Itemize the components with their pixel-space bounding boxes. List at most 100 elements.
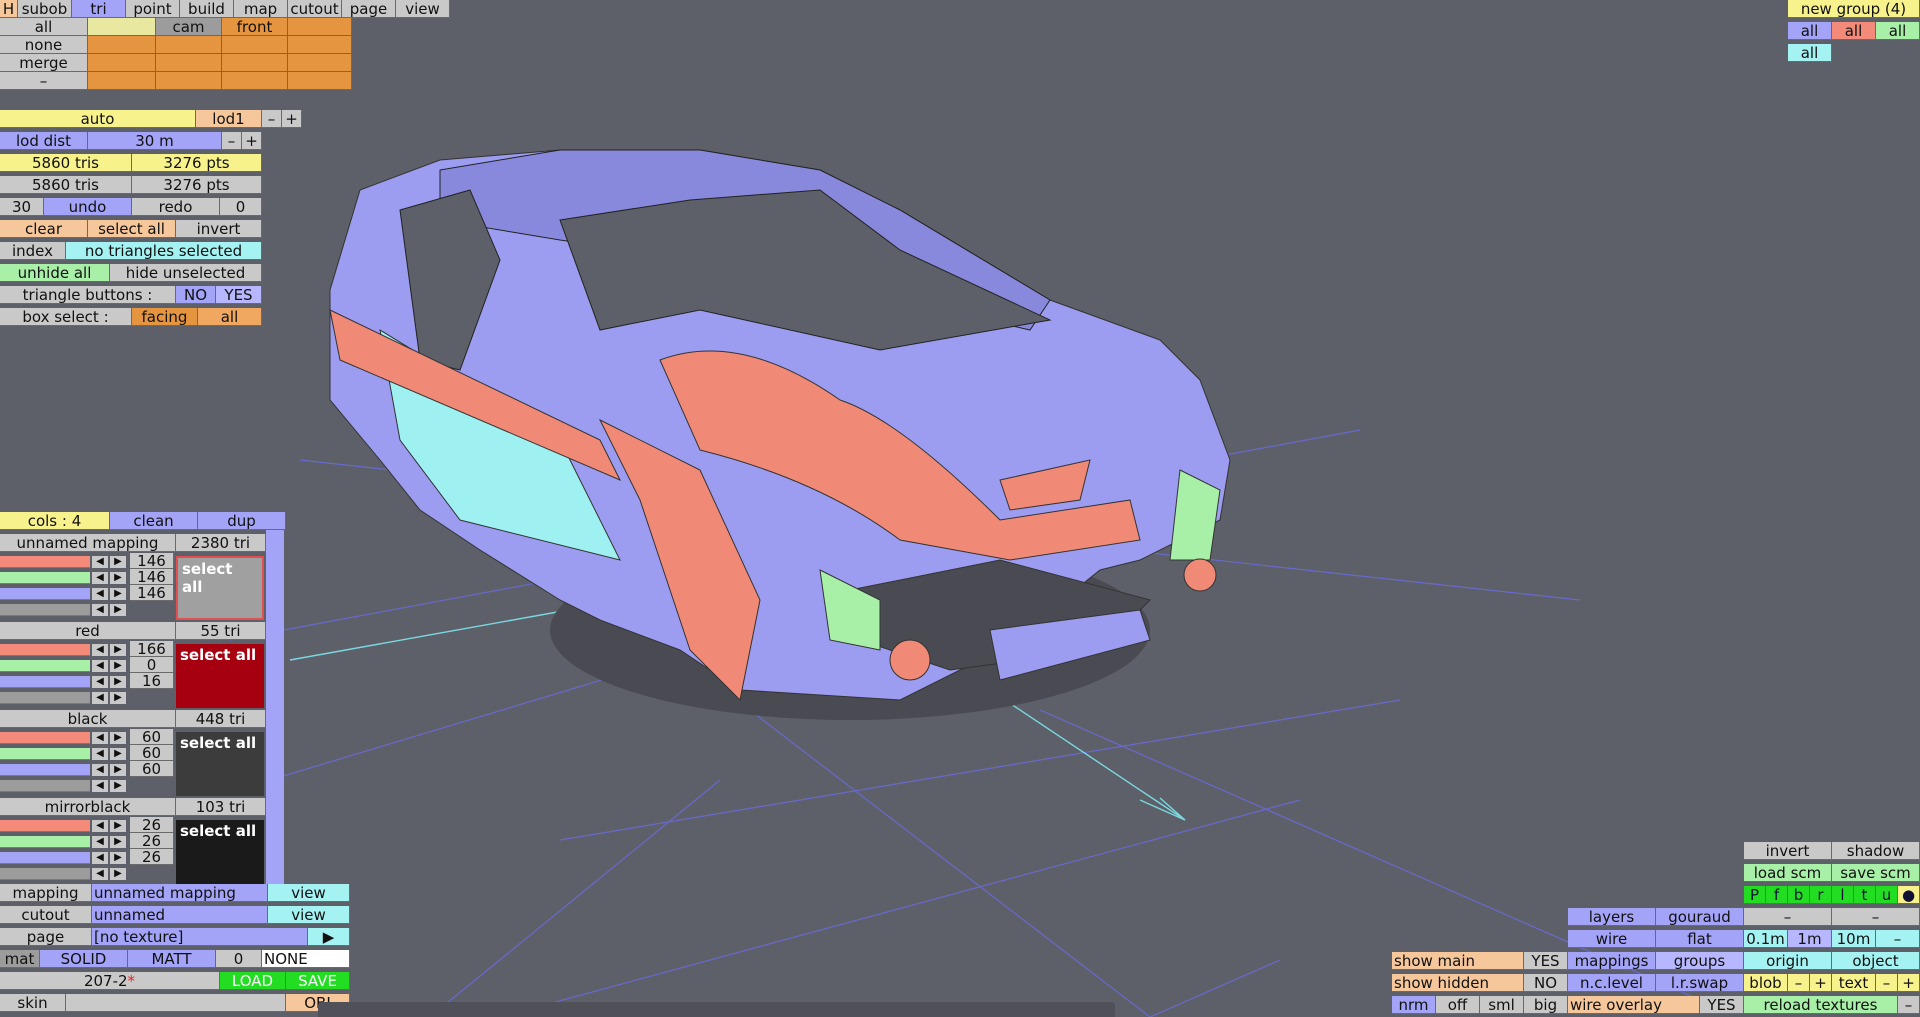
off-button[interactable]: off [1436, 996, 1480, 1014]
slider-left-arrow[interactable]: ◀ [92, 604, 108, 616]
slider-right-arrow[interactable]: ▶ [110, 572, 126, 584]
slider-left-arrow[interactable]: ◀ [92, 820, 108, 832]
slider-right-arrow[interactable]: ▶ [110, 836, 126, 848]
text-button[interactable]: text [1832, 974, 1876, 992]
color-slider[interactable] [0, 644, 90, 656]
grid-cell[interactable] [88, 54, 156, 72]
lod-plus-button[interactable]: + [282, 110, 302, 128]
select-all-button[interactable]: all [0, 18, 88, 36]
color-value[interactable]: 0 [130, 657, 174, 673]
slider-right-arrow[interactable]: ▶ [110, 780, 126, 792]
gouraud-button[interactable]: gouraud [1656, 908, 1744, 926]
nc-level-button[interactable]: n.c.level [1568, 974, 1656, 992]
matt-button[interactable]: MATT [128, 950, 216, 968]
dash-right[interactable]: – [1832, 908, 1920, 926]
slider-left-arrow[interactable]: ◀ [92, 676, 108, 688]
mat-none-field[interactable]: NONE [262, 950, 350, 968]
group-all-3[interactable]: all [1876, 22, 1920, 40]
merge-button[interactable]: merge [0, 54, 88, 72]
tab-tri[interactable]: tri [72, 0, 126, 18]
view-dir-button-6[interactable]: u [1876, 886, 1898, 904]
triangle-buttons-yes[interactable]: YES [216, 286, 262, 304]
triangle-buttons-no[interactable]: NO [176, 286, 216, 304]
show-main-yes[interactable]: YES [1524, 952, 1568, 970]
mapping-view-button[interactable]: view [268, 884, 350, 902]
tab-build[interactable]: build [180, 0, 234, 18]
grid-cell[interactable] [222, 36, 288, 54]
slider-left-arrow[interactable]: ◀ [92, 588, 108, 600]
color-slider[interactable] [0, 868, 90, 880]
grid-cell[interactable] [288, 54, 352, 72]
color-slider[interactable] [0, 676, 90, 688]
material-select-all-button[interactable]: select all [176, 732, 264, 796]
color-value[interactable]: 16 [130, 673, 174, 689]
tab-view[interactable]: view [396, 0, 450, 18]
cutout-select[interactable]: unnamed [92, 906, 268, 924]
material-select-all-button[interactable]: select all [176, 820, 264, 884]
group-all-4[interactable]: all [1788, 44, 1832, 62]
slider-right-arrow[interactable]: ▶ [110, 644, 126, 656]
wire-overlay-yes[interactable]: YES [1700, 996, 1744, 1014]
slider-left-arrow[interactable]: ◀ [92, 868, 108, 880]
color-slider[interactable] [0, 732, 90, 744]
material-name[interactable]: unnamed mapping [0, 534, 176, 552]
skin-button[interactable]: skin [0, 994, 66, 1012]
slider-right-arrow[interactable]: ▶ [110, 604, 126, 616]
grid-cell[interactable] [288, 36, 352, 54]
grid-cell[interactable] [88, 18, 156, 36]
solid-button[interactable]: SOLID [40, 950, 128, 968]
color-slider[interactable] [0, 572, 90, 584]
cutout-view-button[interactable]: view [268, 906, 350, 924]
lod-level-button[interactable]: lod1 [196, 110, 262, 128]
select-none-button[interactable]: none [0, 36, 88, 54]
group-all-1[interactable]: all [1788, 22, 1832, 40]
grid-cell[interactable] [156, 36, 222, 54]
nrm-button[interactable]: nrm [1392, 996, 1436, 1014]
blob-minus[interactable]: – [1788, 974, 1810, 992]
slider-right-arrow[interactable]: ▶ [110, 732, 126, 744]
view-dir-button-5[interactable]: t [1854, 886, 1876, 904]
color-value[interactable]: 26 [130, 833, 174, 849]
slider-right-arrow[interactable]: ▶ [110, 692, 126, 704]
unhide-all-button[interactable]: unhide all [0, 264, 110, 282]
color-slider[interactable] [0, 852, 90, 864]
grid-cell[interactable] [222, 72, 288, 90]
group-all-2[interactable]: all [1832, 22, 1876, 40]
material-select-all-button[interactable]: select all [176, 556, 264, 620]
tab-hide[interactable]: H [0, 0, 18, 18]
slider-left-arrow[interactable]: ◀ [92, 644, 108, 656]
slider-right-arrow[interactable]: ▶ [110, 660, 126, 672]
text-plus[interactable]: + [1898, 974, 1920, 992]
color-slider[interactable] [0, 780, 90, 792]
lr-swap-button[interactable]: l.r.swap [1656, 974, 1744, 992]
load-button[interactable]: LOAD [220, 972, 286, 990]
slider-left-arrow[interactable]: ◀ [92, 836, 108, 848]
grid-1m-button[interactable]: 1m [1788, 930, 1832, 948]
slider-left-arrow[interactable]: ◀ [92, 572, 108, 584]
cols-label[interactable]: cols : 4 [0, 512, 110, 530]
slider-right-arrow[interactable]: ▶ [110, 852, 126, 864]
color-value[interactable]: 26 [130, 849, 174, 865]
reload-minus[interactable]: – [1898, 996, 1920, 1014]
tab-subob[interactable]: subob [18, 0, 72, 18]
redo-button[interactable]: redo [132, 198, 220, 216]
load-scm-button[interactable]: load scm [1744, 864, 1832, 882]
slider-right-arrow[interactable]: ▶ [110, 588, 126, 600]
material-name[interactable]: black [0, 710, 176, 728]
color-value[interactable]: 26 [130, 817, 174, 833]
invert-button[interactable]: invert [176, 220, 262, 238]
reload-textures-button[interactable]: reload textures [1744, 996, 1898, 1014]
box-select-facing[interactable]: facing [132, 308, 198, 326]
color-slider[interactable] [0, 604, 90, 616]
materials-scrollbar[interactable] [266, 530, 284, 884]
text-minus[interactable]: – [1876, 974, 1898, 992]
view-dir-button-0[interactable]: P [1744, 886, 1766, 904]
slider-left-arrow[interactable]: ◀ [92, 748, 108, 760]
slider-right-arrow[interactable]: ▶ [110, 556, 126, 568]
slider-right-arrow[interactable]: ▶ [110, 676, 126, 688]
dup-button[interactable]: dup [198, 512, 286, 530]
lod-minus-button[interactable]: – [262, 110, 282, 128]
tab-point[interactable]: point [126, 0, 180, 18]
groups-button[interactable]: groups [1656, 952, 1744, 970]
new-group-button[interactable]: new group (4) [1788, 0, 1920, 18]
